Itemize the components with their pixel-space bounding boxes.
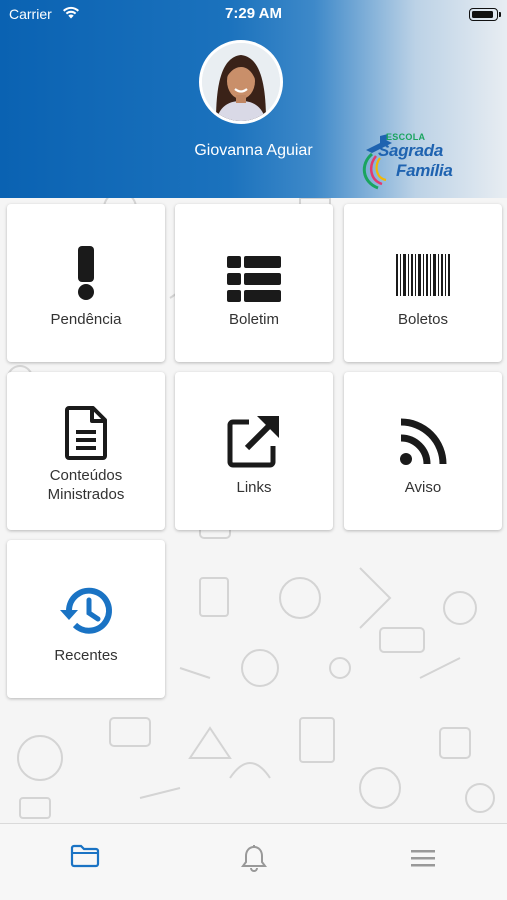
pendencia-label: Pendência — [50, 311, 122, 328]
boletos-label: Boletos — [397, 311, 449, 328]
tab-menu[interactable] — [403, 844, 443, 884]
status-time: 7:29 AM — [225, 5, 282, 22]
pendencia-tile[interactable]: Pendência — [7, 204, 165, 362]
aviso-label: Aviso — [404, 479, 442, 496]
boletos-tile[interactable]: Boletos — [344, 204, 502, 362]
folder-icon — [70, 844, 100, 868]
bell-icon — [241, 845, 267, 872]
logo-line-2: Sagrada — [378, 141, 443, 160]
logo-line-3: Família — [396, 161, 453, 180]
conteudos-label: Conteúdos Ministrados — [7, 466, 165, 504]
boletim-label: Boletim — [228, 311, 280, 328]
external-link-icon — [175, 414, 333, 468]
tab-bar — [0, 823, 507, 900]
recentes-label: Recentes — [54, 647, 118, 664]
barcode-icon — [344, 254, 502, 296]
links-tile[interactable]: Links — [175, 372, 333, 530]
status-bar: Carrier 7:29 AM — [0, 0, 507, 28]
exclamation-icon — [7, 246, 165, 302]
battery-icon — [469, 8, 501, 21]
menu-area: Pendência Boletim Boletos Conteúdos Mini… — [0, 198, 507, 823]
profile-header: Carrier 7:29 AM Giovanna Aguiar ESCOLA S… — [0, 0, 507, 198]
history-icon — [7, 584, 165, 638]
links-label: Links — [236, 479, 272, 496]
document-icon — [7, 406, 165, 460]
aviso-tile[interactable]: Aviso — [344, 372, 502, 530]
school-logo: ESCOLA Sagrada Família — [358, 132, 462, 196]
menu-icon — [411, 850, 435, 867]
boletim-tile[interactable]: Boletim — [175, 204, 333, 362]
conteudos-label-line-1: Conteúdos — [49, 467, 123, 484]
tab-notifications[interactable] — [234, 844, 274, 884]
tab-folder[interactable] — [65, 844, 105, 884]
conteudos-ministrados-tile[interactable]: Conteúdos Ministrados — [7, 372, 165, 530]
avatar[interactable] — [199, 40, 283, 124]
conteudos-label-line-2: Ministrados — [47, 486, 125, 503]
table-list-icon — [175, 256, 333, 302]
recentes-tile[interactable]: Recentes — [7, 540, 165, 698]
rss-feed-icon — [344, 418, 502, 466]
